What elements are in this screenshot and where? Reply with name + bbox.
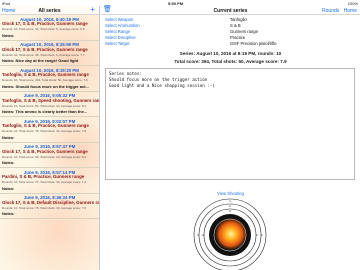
entry-notes: Notes: bbox=[2, 134, 15, 140]
list-item[interactable]: June 9, 2016, 9:05:32 PM Tanfoglio, S & … bbox=[0, 92, 99, 117]
series-settings: Select Weapon Tanfoglio Select Ammunitio… bbox=[105, 17, 355, 47]
list-item[interactable]: June 9, 2016, 8:36:34 PM Glock 17, S & B… bbox=[0, 194, 99, 219]
select-target-row[interactable]: Select Target ISSF Precision pistol/rifl… bbox=[105, 41, 355, 47]
entry-stats: Rounds: 10, Total score: 394, Total shot… bbox=[2, 78, 88, 82]
notes-line: Good light and a Nice shopping session :… bbox=[109, 83, 215, 88]
current-series-navbar: 🗑 Current series Rounds Home bbox=[101, 6, 360, 15]
plus-icon[interactable]: + bbox=[90, 6, 95, 14]
entry-notes: Notes: bbox=[2, 185, 15, 191]
list-item[interactable]: August 10, 2016, 8:19:20 PM Tanfoglio, S… bbox=[0, 66, 99, 92]
select-range-value: Gunners range bbox=[230, 29, 258, 34]
entry-stats: Rounds: 10, Total score: 76, Total shots… bbox=[2, 205, 87, 210]
series-list-pane: Home All series + August 10, 2016, 8:40:… bbox=[0, 6, 100, 270]
view-shooting-button[interactable]: View Shooting bbox=[101, 191, 360, 196]
select-discipline-value: Practice bbox=[230, 35, 246, 40]
entry-notes: Notes: Should focus more on the trigger … bbox=[2, 83, 89, 89]
entry-stats: Rounds: 10, Total score: 74, Total shots… bbox=[2, 180, 87, 184]
current-series-pane: 🗑 Current series Rounds Home Select Weap… bbox=[101, 6, 360, 270]
entry-notes: Notes: bbox=[2, 32, 15, 38]
series-notes-textarea[interactable]: Series notes: Should focus more on the t… bbox=[105, 68, 355, 180]
series-summary: Series: August 10, 2016 at 8:19 PM, roun… bbox=[179, 51, 282, 56]
series-list-navbar: Home All series + bbox=[0, 6, 99, 15]
select-range-label[interactable]: Select Range bbox=[105, 29, 130, 34]
entry-notes: Notes: bbox=[2, 160, 15, 165]
select-ammunition-value: S & B bbox=[230, 23, 241, 28]
shot-heatmap bbox=[215, 218, 247, 250]
entry-notes: Notes: This ammo is clearly better than … bbox=[2, 109, 88, 114]
list-item[interactable]: June 9, 2016, 9:02:07 PM Tanfoglio, S & … bbox=[0, 117, 99, 143]
list-item[interactable]: June 9, 2016, 8:57:14 PM Pardini, S & B,… bbox=[0, 168, 99, 194]
series-list-title: All series bbox=[38, 8, 61, 14]
entry-stats: Rounds: 10, Total score: 78, Total shots… bbox=[2, 129, 87, 133]
home-button-right[interactable]: Home bbox=[344, 8, 357, 14]
select-weapon-label[interactable]: Select Weapon bbox=[105, 17, 133, 22]
select-target-value: ISSF Precision pistol/rifle bbox=[230, 41, 277, 46]
list-item[interactable]: June 9, 2016, 8:57:47 PM Glock 17, S & B… bbox=[0, 143, 99, 168]
target-image[interactable]: 1 2 3 1 1 2 2 bbox=[183, 198, 277, 270]
entry-stats: Rounds: 10, Total score: 69, Total shots… bbox=[2, 154, 87, 159]
rounds-button[interactable]: Rounds bbox=[322, 8, 339, 14]
entry-notes: Notes: bbox=[2, 211, 15, 216]
select-weapon-value: Tanfoglio bbox=[230, 17, 247, 22]
select-discipline-label[interactable]: Select Discipline bbox=[105, 35, 136, 40]
list-item[interactable]: August 10, 2016, 8:40:19 PM Glock 17, S … bbox=[0, 15, 99, 41]
select-target-label[interactable]: Select Target bbox=[105, 41, 129, 46]
totals-summary: Total score: 394, Total shots: 50, Avera… bbox=[174, 59, 287, 64]
entry-notes: Notes: Nice day at the range! Good light bbox=[2, 58, 79, 63]
select-ammunition-label[interactable]: Select Ammunition bbox=[105, 23, 140, 28]
entry-stats: Rounds: 10, Total score: 33, Total shots… bbox=[2, 27, 85, 31]
list-item[interactable]: August 10, 2016, 8:25:59 PM Glock 17, S … bbox=[0, 41, 99, 66]
